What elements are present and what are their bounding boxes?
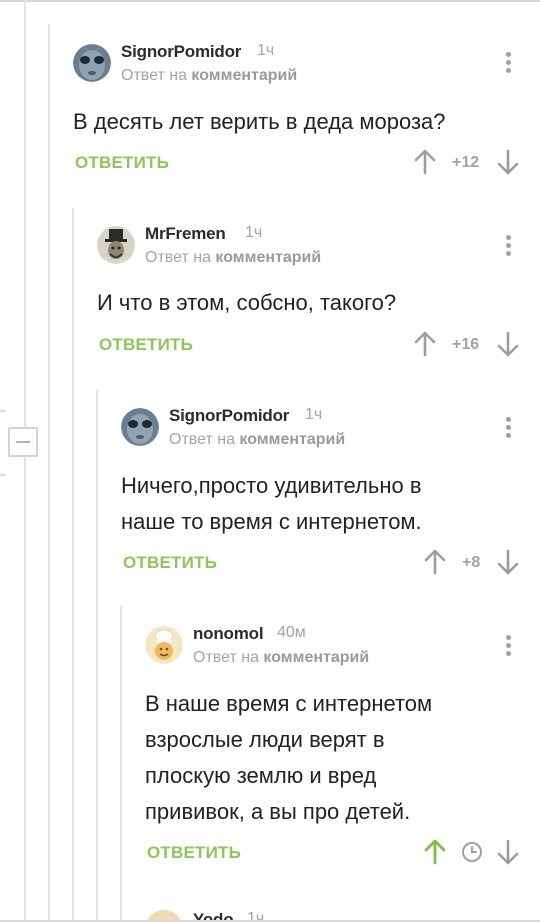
avatar[interactable] — [145, 910, 183, 920]
comment-username[interactable]: Yodo — [193, 910, 234, 920]
comment-time: 1ч — [247, 910, 265, 920]
comment: Yodo 1ч — [0, 0, 540, 920]
